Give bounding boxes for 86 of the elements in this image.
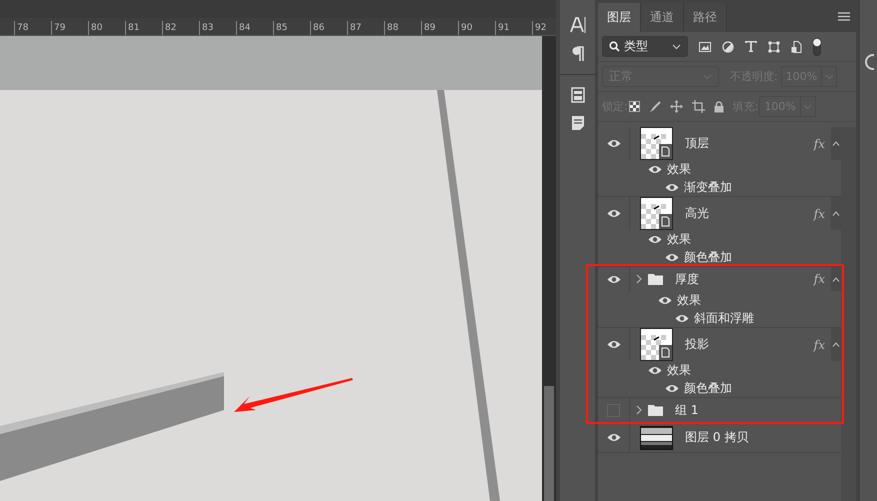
layer-name[interactable]: 高光 bbox=[685, 205, 709, 222]
collapse-effects-button[interactable] bbox=[831, 267, 841, 291]
ruler-label: 83 bbox=[199, 20, 236, 34]
effects-label[interactable]: 效果 bbox=[667, 160, 691, 178]
effect-name[interactable]: 颜色叠加 bbox=[684, 248, 732, 266]
notes-panel-icon[interactable] bbox=[570, 115, 584, 131]
ruler-label: 90 bbox=[458, 20, 495, 34]
shape-filter-icon[interactable] bbox=[768, 40, 780, 52]
paragraph-icon[interactable] bbox=[572, 46, 584, 62]
effects-label[interactable]: 效果 bbox=[667, 230, 691, 248]
scrollbar-thumb[interactable] bbox=[544, 386, 554, 501]
smart-object-filter-icon[interactable] bbox=[791, 40, 802, 52]
eye-icon[interactable] bbox=[648, 234, 662, 244]
expand-caret-icon[interactable] bbox=[636, 274, 642, 284]
layer-name[interactable]: 图层 0 拷贝 bbox=[685, 429, 748, 446]
panel-tab[interactable]: 通道 bbox=[641, 3, 684, 32]
layout-panel-icon[interactable] bbox=[570, 87, 584, 103]
smart-object-thumbnail bbox=[640, 197, 673, 230]
eye-icon[interactable] bbox=[665, 252, 679, 262]
panel-icon[interactable] bbox=[864, 54, 874, 70]
brush-icon[interactable] bbox=[648, 100, 661, 112]
fx-label: fx bbox=[814, 272, 825, 286]
effect-name[interactable]: 颜色叠加 bbox=[684, 380, 732, 396]
fx-label: fx bbox=[814, 206, 825, 220]
panel-tab[interactable]: 图层 bbox=[598, 3, 641, 32]
expand-caret-icon[interactable] bbox=[636, 405, 642, 415]
lock-transparency-icon[interactable] bbox=[628, 101, 640, 112]
ruler-label: 89 bbox=[421, 20, 458, 34]
eye-icon[interactable] bbox=[675, 314, 689, 322]
ruler-label: 81 bbox=[125, 20, 162, 34]
artboard-icon[interactable] bbox=[692, 100, 705, 113]
chevron-down-icon bbox=[672, 44, 681, 50]
adjustment-filter-icon[interactable] bbox=[722, 40, 734, 52]
scrollbar-track[interactable] bbox=[841, 127, 856, 501]
image-filter-icon[interactable] bbox=[699, 42, 711, 52]
ruler-label: 79 bbox=[51, 20, 88, 34]
ruler-label: 86 bbox=[310, 20, 347, 34]
filter-dropdown[interactable]: 类型 bbox=[602, 36, 688, 57]
collapse-effects-button[interactable] bbox=[831, 127, 841, 160]
eye-icon[interactable] bbox=[606, 340, 620, 349]
layer-name[interactable]: 顶层 bbox=[685, 135, 709, 152]
layer-name[interactable]: 厚度 bbox=[675, 270, 699, 288]
fx-label: fx bbox=[814, 136, 825, 150]
filter-toggle-icon[interactable] bbox=[813, 38, 821, 56]
eye-icon[interactable] bbox=[648, 164, 662, 174]
eye-icon[interactable] bbox=[606, 433, 620, 442]
search-icon bbox=[609, 41, 620, 52]
smart-object-thumbnail bbox=[640, 127, 673, 160]
type-filter-icon[interactable] bbox=[745, 41, 757, 52]
eye-icon[interactable] bbox=[648, 366, 662, 374]
eye-icon[interactable] bbox=[606, 274, 620, 284]
layer-name[interactable]: 组 1 bbox=[675, 402, 698, 418]
ruler-label: 87 bbox=[347, 20, 384, 34]
ruler-label: 85 bbox=[273, 20, 310, 34]
effects-label[interactable]: 效果 bbox=[677, 292, 701, 308]
lock-icon[interactable] bbox=[714, 100, 724, 112]
effects-label[interactable]: 效果 bbox=[667, 362, 691, 378]
folder-icon bbox=[648, 273, 663, 285]
effect-name[interactable]: 渐变叠加 bbox=[684, 178, 732, 196]
eye-icon[interactable] bbox=[665, 182, 679, 192]
collapse-effects-button[interactable] bbox=[831, 328, 841, 361]
eye-icon[interactable] bbox=[606, 209, 620, 218]
ruler-label: 84 bbox=[236, 20, 273, 34]
caret-up-icon[interactable] bbox=[832, 141, 840, 146]
image-thumbnail bbox=[640, 426, 673, 450]
character-panel-icon[interactable] bbox=[570, 16, 586, 34]
ruler-label: 88 bbox=[384, 20, 421, 34]
collapse-effects-button[interactable] bbox=[831, 197, 841, 230]
effect-name[interactable]: 斜面和浮雕 bbox=[694, 310, 754, 326]
ruler-label: 91 bbox=[495, 20, 532, 34]
eye-icon[interactable] bbox=[658, 296, 672, 304]
smart-object-thumbnail bbox=[640, 328, 673, 361]
ruler-label: 78 bbox=[14, 20, 51, 34]
ruler-label: 80 bbox=[88, 20, 125, 34]
caret-up-icon[interactable] bbox=[832, 211, 840, 216]
move-icon[interactable] bbox=[670, 100, 683, 113]
eye-icon[interactable] bbox=[606, 139, 620, 148]
ruler-label: 82 bbox=[162, 20, 199, 34]
menu-icon[interactable] bbox=[838, 12, 850, 20]
panel-tab[interactable]: 路径 bbox=[684, 3, 727, 32]
folder-icon bbox=[648, 404, 663, 416]
caret-up-icon[interactable] bbox=[832, 342, 840, 347]
layer-name[interactable]: 投影 bbox=[685, 336, 709, 353]
fx-label: fx bbox=[814, 338, 825, 352]
caret-up-icon[interactable] bbox=[832, 276, 840, 282]
eye-icon[interactable] bbox=[665, 384, 679, 392]
